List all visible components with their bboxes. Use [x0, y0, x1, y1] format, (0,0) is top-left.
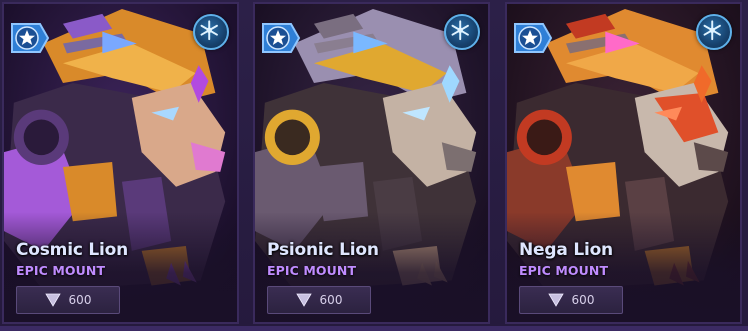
star-badge-icon [513, 18, 553, 58]
mount-card-nega-lion[interactable]: Nega Lion EPIC MOUNT 600 [505, 2, 742, 324]
buy-button[interactable]: 600 [16, 286, 120, 314]
mount-title: Psionic Lion [267, 240, 379, 260]
mount-card-cosmic-lion[interactable]: Cosmic Lion EPIC MOUNT 600 [2, 2, 239, 324]
price-value: 600 [319, 293, 343, 307]
mount-title: Cosmic Lion [16, 240, 129, 260]
bottom-divider [0, 326, 748, 331]
gem-icon [295, 293, 312, 307]
buy-button[interactable]: 600 [267, 286, 371, 314]
star-badge-icon [261, 18, 301, 58]
gem-icon [44, 293, 61, 307]
mount-title: Nega Lion [519, 240, 613, 260]
mount-shop-grid: Cosmic Lion EPIC MOUNT 600 Psionic Lion … [0, 0, 748, 331]
mount-rarity: EPIC MOUNT [267, 263, 357, 278]
gem-icon [547, 293, 564, 307]
mount-card-psionic-lion[interactable]: Psionic Lion EPIC MOUNT 600 [253, 2, 490, 324]
snowflake-icon [444, 14, 480, 50]
snowflake-icon [193, 14, 229, 50]
buy-button[interactable]: 600 [519, 286, 623, 314]
mount-rarity: EPIC MOUNT [519, 263, 609, 278]
price-value: 600 [571, 293, 595, 307]
mount-rarity: EPIC MOUNT [16, 263, 106, 278]
snowflake-icon [696, 14, 732, 50]
star-badge-icon [10, 18, 50, 58]
price-value: 600 [68, 293, 92, 307]
